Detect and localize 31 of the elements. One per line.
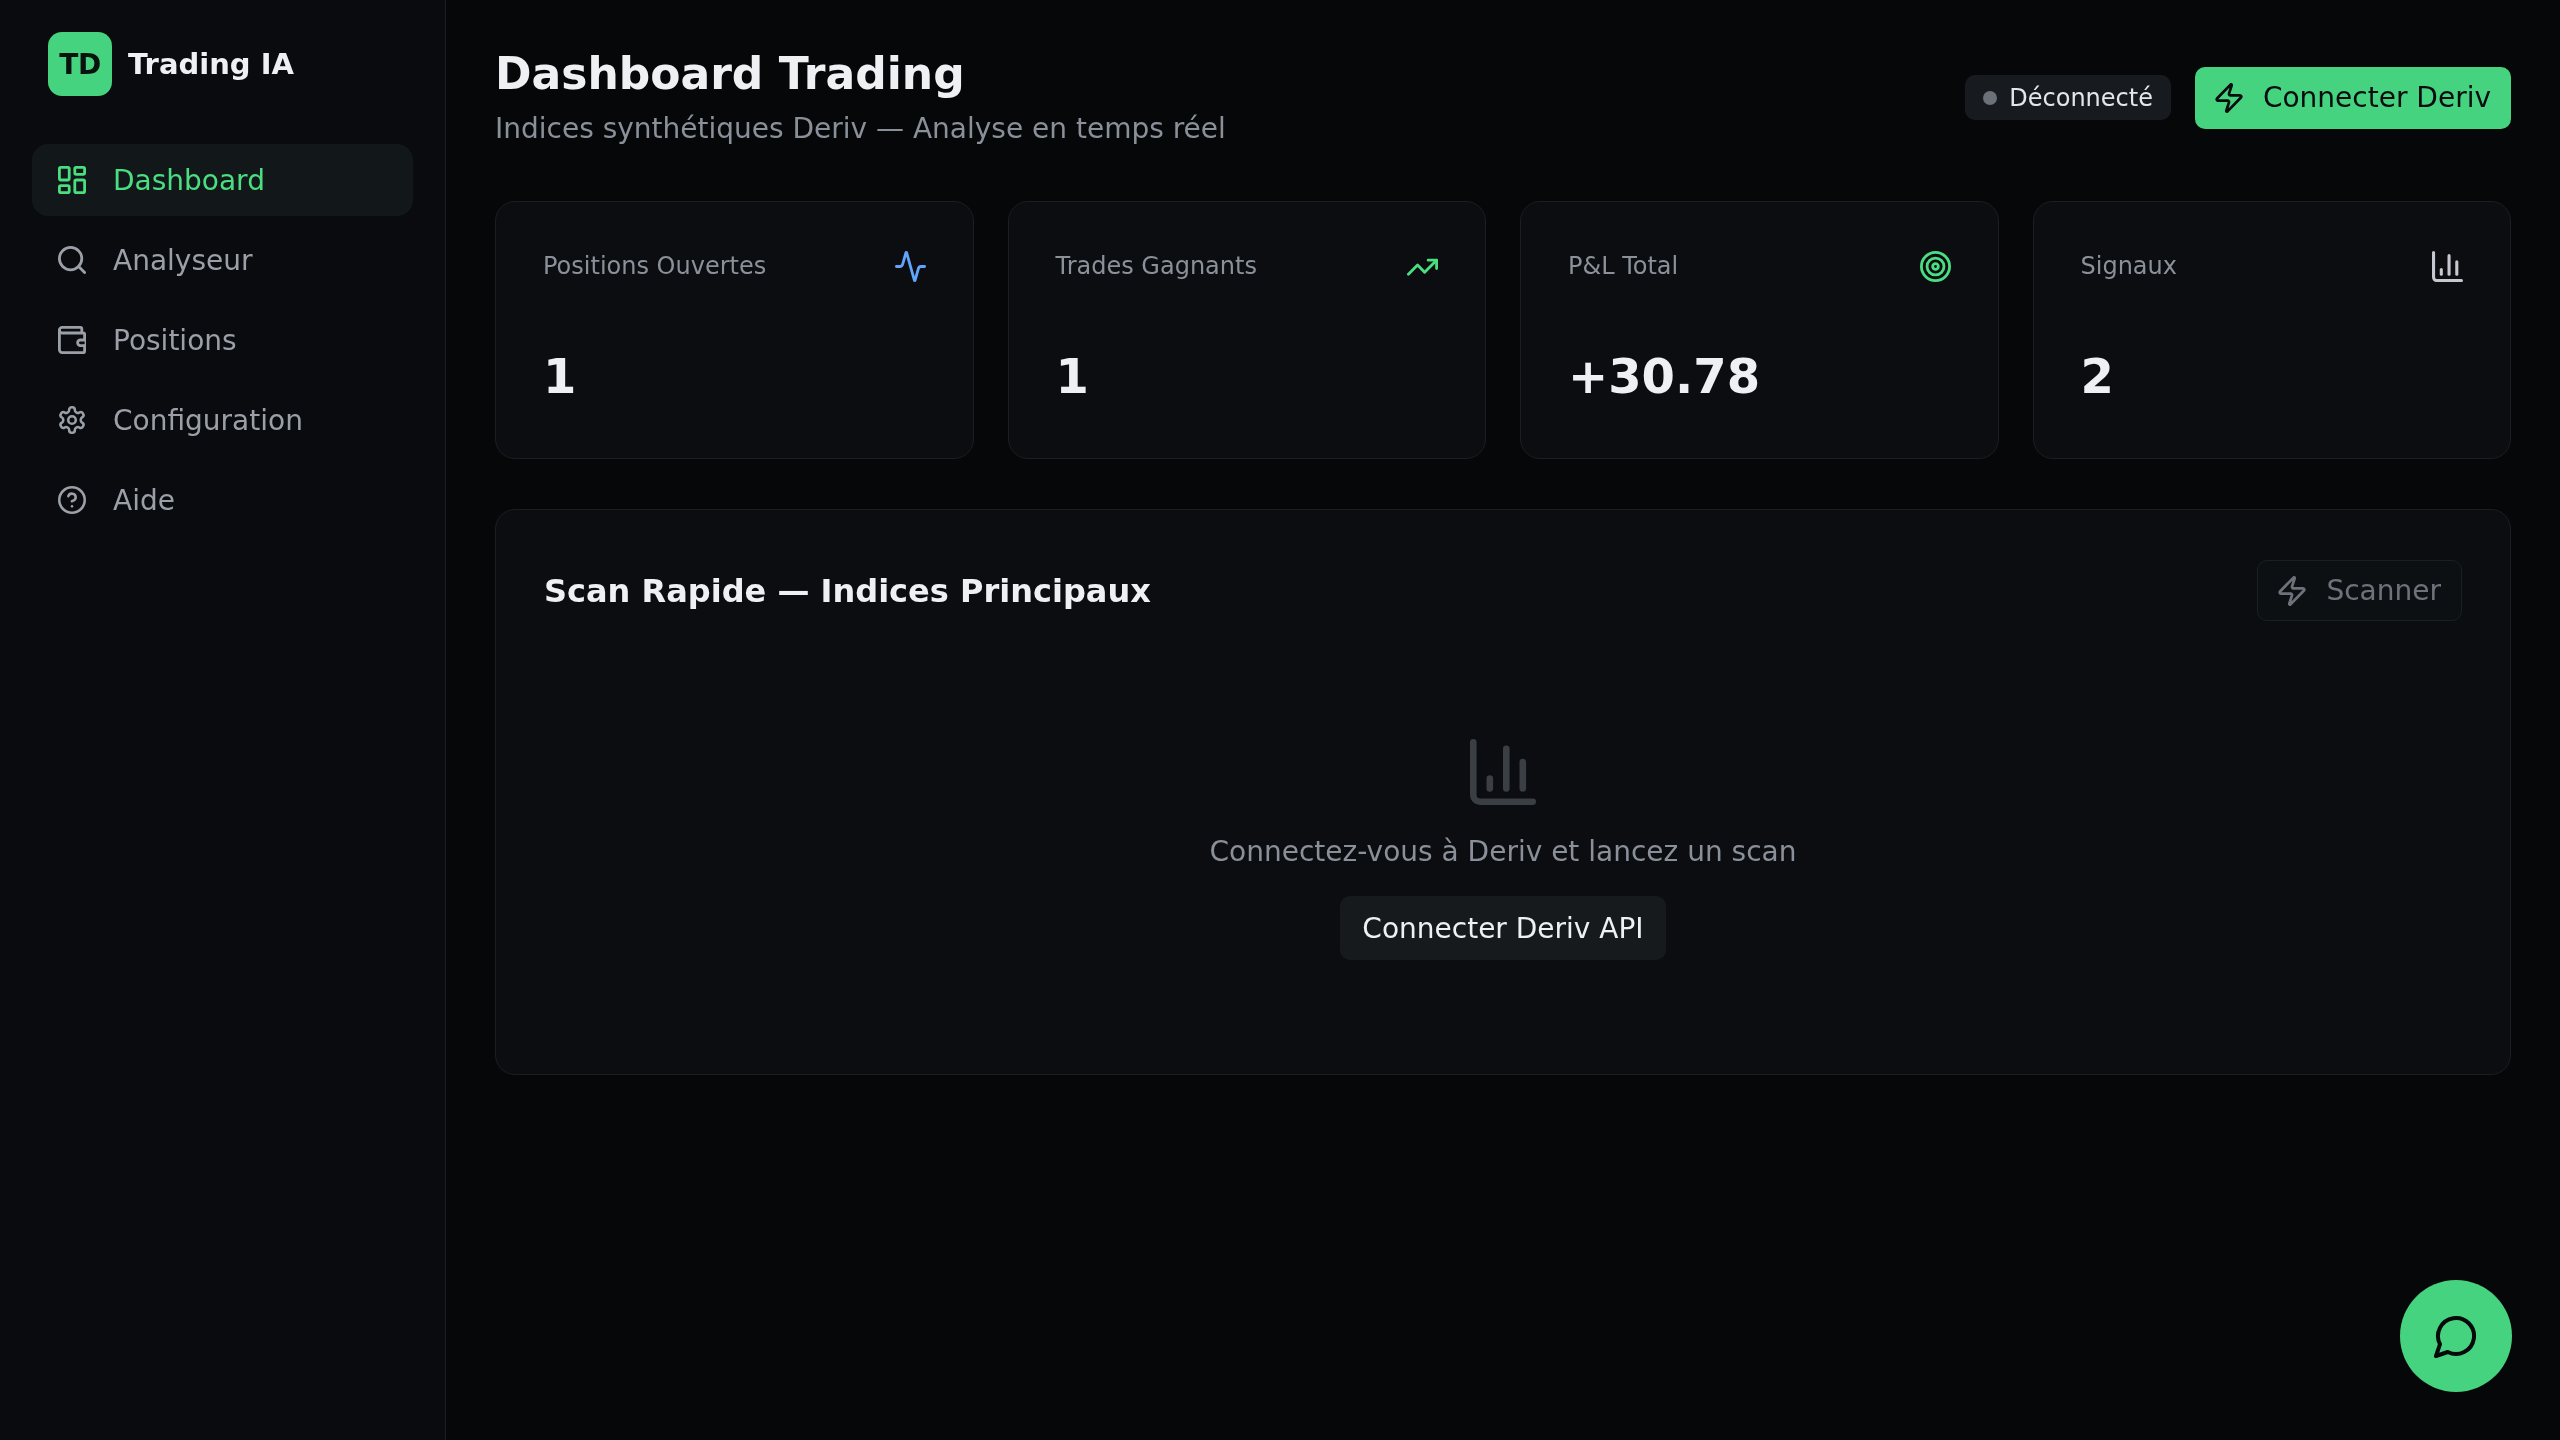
panel-title: Scan Rapide — Indices Principaux	[544, 571, 1151, 610]
sidebar-item[interactable]: Analyseur	[32, 224, 413, 296]
chat-bubble-icon	[2434, 1314, 2478, 1358]
search-icon	[58, 246, 86, 274]
stat-value: +30.78	[1568, 347, 1762, 406]
stat-label: Trades Gagnants	[1055, 252, 1257, 281]
stat-value: 1	[543, 347, 578, 406]
app-name: Trading IA	[128, 47, 294, 81]
status-text: Déconnecté	[2009, 83, 2153, 112]
lightning-icon	[2278, 575, 2307, 606]
page-title: Dashboard Trading	[495, 48, 966, 101]
bar-chart-icon	[1470, 739, 1536, 806]
connect-button[interactable]: Connecter Deriv	[2194, 66, 2511, 129]
sidebar-item[interactable]: Aide	[32, 464, 413, 536]
stat-label: Positions Ouvertes	[543, 252, 767, 281]
settings-icon	[58, 406, 86, 434]
stat-value: 1	[1055, 347, 1090, 406]
stat-value: 2	[2080, 347, 2115, 406]
stat-label: P&L Total	[1568, 252, 1679, 281]
lightning-icon	[2214, 82, 2243, 113]
connect-api-button[interactable]: Connecter Deriv API	[1340, 896, 1666, 961]
page-subtitle: Indices synthétiques Deriv — Analyse en temps réel	[495, 110, 1226, 147]
app-logo: TD	[48, 32, 112, 96]
sidebar-item[interactable]: Positions	[32, 304, 413, 376]
wallet-icon	[58, 326, 86, 354]
stat-label: Signaux	[2080, 252, 2177, 281]
layout-grid-icon	[58, 166, 86, 194]
sidebar-item[interactable]: Configuration	[32, 384, 413, 456]
help-icon	[58, 486, 86, 514]
empty-state-text: Connectez-vous à Deriv et lancez un scan	[1209, 834, 1797, 871]
sidebar-item[interactable]: Dashboard	[32, 144, 413, 216]
